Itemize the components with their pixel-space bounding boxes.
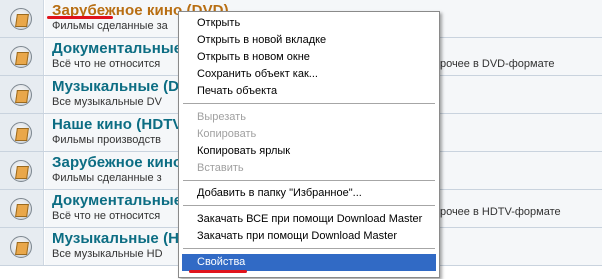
menu-item-add-to-favorites[interactable]: Добавить в папку "Избранное"... [182, 185, 436, 202]
menu-item-print-target[interactable]: Печать объекта [182, 83, 436, 100]
menu-item-open-new-tab[interactable]: Открыть в новой вкладке [182, 32, 436, 49]
red-annotation-underline [189, 270, 247, 273]
forum-folder-icon [10, 8, 32, 30]
menu-item-paste: Вставить [197, 162, 244, 174]
icon-cell [0, 38, 44, 75]
forum-description: Фильмы сделанные з [52, 172, 162, 184]
menu-item-save-target-as[interactable]: Сохранить объект как... [182, 66, 436, 83]
forum-title-link[interactable]: Музыкальные (H [52, 230, 179, 247]
menu-item-properties[interactable]: Свойства [182, 254, 436, 271]
forum-folder-icon [10, 84, 32, 106]
forum-description: Фильмы производств [52, 134, 161, 146]
red-annotation-underline [47, 16, 113, 19]
menu-separator [183, 205, 435, 206]
menu-item-download-all-dm[interactable]: Закачать ВСЕ при помощи Download Master [182, 211, 436, 228]
icon-cell [0, 190, 44, 227]
icon-cell [0, 228, 44, 265]
menu-item-download-dm[interactable]: Закачать при помощи Download Master [182, 228, 436, 245]
icon-cell [0, 114, 44, 151]
menu-separator [183, 180, 435, 181]
forum-folder-icon [10, 236, 32, 258]
forum-description-tail: прочее в DVD-формате [434, 58, 555, 70]
forum-folder-icon [10, 160, 32, 182]
icon-cell [0, 152, 44, 189]
forum-folder-icon [10, 46, 32, 68]
forum-folder-icon [10, 122, 32, 144]
icon-cell [0, 0, 44, 37]
forum-description: Всё что не относится [52, 58, 161, 70]
forum-title-link[interactable]: Зарубежное кино [52, 154, 182, 171]
menu-item-open[interactable]: Открыть [182, 15, 436, 32]
forum-description: Все музыкальные HD [52, 248, 163, 260]
forum-title-link[interactable]: Музыкальные (D [52, 78, 179, 95]
forum-title-link[interactable]: Наше кино (HDTV [52, 116, 183, 133]
forum-title-link[interactable]: Документальные [52, 40, 182, 57]
menu-separator [183, 248, 435, 249]
menu-item-open-new-window[interactable]: Открыть в новом окне [182, 49, 436, 66]
forum-description: Все музыкальные DV [52, 96, 162, 108]
forum-folder-icon [10, 198, 32, 220]
menu-separator [183, 103, 435, 104]
menu-item-copy-shortcut[interactable]: Копировать ярлык [182, 143, 436, 160]
menu-item-cut: Вырезать [197, 111, 246, 123]
forum-description-tail: прочее в HDTV-формате [434, 206, 561, 218]
forum-description: Всё что не относится [52, 210, 161, 222]
menu-item-copy: Копировать [197, 128, 257, 140]
icon-cell [0, 76, 44, 113]
forum-title-link[interactable]: Документальные [52, 192, 182, 209]
context-menu: Открыть Открыть в новой вкладке Открыть … [178, 11, 440, 278]
forum-description: Фильмы сделанные за [52, 20, 168, 32]
